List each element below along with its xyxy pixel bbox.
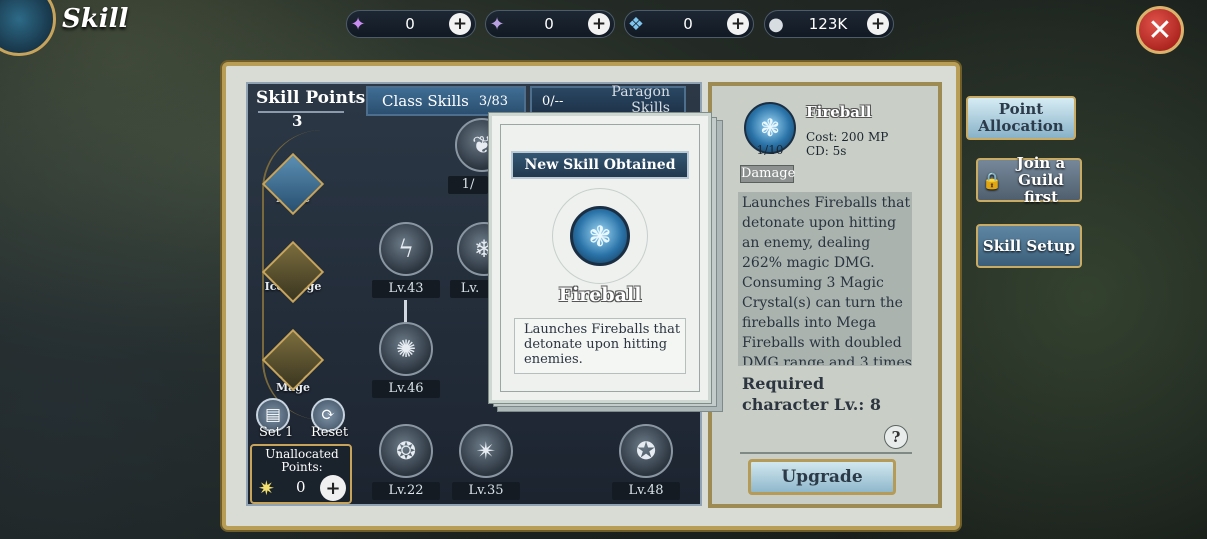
currency-value: 0 <box>405 15 415 33</box>
skill-level: Lv. <box>450 280 490 298</box>
skill-points-value: 3 <box>292 112 303 130</box>
join-guild-button[interactable]: 🔒 Join a Guild first <box>976 154 1082 205</box>
skill-node[interactable]: ❂ Lv.22 <box>372 424 440 500</box>
popup-skill-name: Fireball <box>558 284 642 306</box>
skill-cost: Cost: 200 MP CD: 5s <box>806 130 888 158</box>
lightning-icon: ϟ <box>379 222 433 276</box>
skill-setup-button[interactable]: Skill Setup <box>976 224 1082 268</box>
skill-level: Lv.48 <box>612 482 680 500</box>
tab-count: 0/-- <box>542 93 564 109</box>
wind-icon: ❂ <box>379 424 433 478</box>
divider <box>740 452 912 454</box>
fireball-icon: ❃ <box>570 206 630 266</box>
help-button[interactable]: ? <box>884 425 908 449</box>
star-burst-icon: ✴ <box>459 424 513 478</box>
orb-icon: ✪ <box>619 424 673 478</box>
currency-gem: ❖ 0 + <box>624 10 754 38</box>
lock-icon: 🔒 <box>982 170 1002 190</box>
currency-value: 0 <box>544 15 554 33</box>
tab-label: Paragon Skills <box>611 84 670 116</box>
star-icon: ✷ <box>258 476 275 500</box>
silver-coin-icon: ● <box>768 13 784 35</box>
question-icon: ? <box>891 428 901 446</box>
class-mage[interactable]: Mage <box>261 152 325 216</box>
currency-crystal: ✦ 0 + <box>346 10 476 38</box>
class-pyro-mage[interactable]: Pyro Mage <box>261 328 325 394</box>
close-button[interactable]: ✕ <box>1136 6 1184 54</box>
currency-value: 123K <box>808 15 848 33</box>
skill-level: Lv.22 <box>372 482 440 500</box>
skill-level: Lv.46 <box>372 380 440 398</box>
add-gem-button[interactable]: + <box>727 13 749 35</box>
skill-node[interactable]: ✺ Lv.46 <box>372 322 440 398</box>
join-guild-label: Join a Guild first <box>1016 153 1066 206</box>
skill-level: 1/10 <box>756 143 784 157</box>
skill-description[interactable]: Launches Fireballs that detonate upon hi… <box>742 193 912 365</box>
add-crystal-button[interactable]: + <box>449 13 471 35</box>
locked-crystal-icon: ✦ <box>489 13 505 35</box>
reset-label: Reset <box>311 425 349 440</box>
add-locked-crystal-button[interactable]: + <box>588 13 610 35</box>
popup-banner: New Skill Obtained <box>511 151 689 179</box>
screen-title: Skill <box>62 4 129 34</box>
crystal-icon: ✦ <box>350 13 366 35</box>
add-silver-button[interactable]: + <box>867 13 889 35</box>
skill-name: Fireball <box>806 103 872 121</box>
popup-description: Launches Fireballs that detonate upon hi… <box>524 322 681 367</box>
class-ice-mage[interactable]: Ice Mage <box>261 240 325 304</box>
point-allocation-button[interactable]: Point Allocation <box>966 96 1076 140</box>
skill-type-badge: Damage <box>740 165 796 183</box>
skill-level: 1/ <box>448 176 488 194</box>
skill-set-label: Set 1 <box>259 425 294 440</box>
skill-points-label: Skill Points <box>256 88 366 108</box>
tab-count: 3/83 <box>478 93 509 109</box>
tab-paragon-skills[interactable]: 0/-- Paragon Skills <box>530 84 686 116</box>
close-icon: ✕ <box>1147 12 1173 48</box>
skill-level: Lv.43 <box>372 280 440 298</box>
add-points-button[interactable]: + <box>320 475 346 501</box>
currency-locked-crystal: ✦ 0 + <box>485 10 615 38</box>
tab-label: Class Skills <box>382 92 469 110</box>
cooldown: CD: 5s <box>806 144 847 158</box>
refresh-icon: ⟳ <box>320 405 336 425</box>
unallocated-label: Unallocated Points: <box>265 447 339 474</box>
skill-node[interactable]: ✴ Lv.35 <box>452 424 520 500</box>
currency-silver: ● 123K + <box>764 10 894 38</box>
gem-icon: ❖ <box>627 13 645 35</box>
unallocated-value: 0 <box>296 478 306 496</box>
skill-level: Lv.35 <box>452 482 520 500</box>
currency-value: 0 <box>683 15 693 33</box>
clipboard-icon: ▤ <box>264 405 282 425</box>
level-requirement: Required character Lv.: 8 <box>742 374 881 414</box>
tab-class-skills[interactable]: Class Skills 3/83 <box>366 86 526 116</box>
mp-cost: Cost: 200 MP <box>806 130 889 144</box>
skill-node[interactable]: ✪ Lv.48 <box>612 424 680 500</box>
skill-node[interactable]: ϟ Lv.43 <box>372 222 440 298</box>
vortex-icon: ✺ <box>379 322 433 376</box>
upgrade-button[interactable]: Upgrade <box>748 459 896 495</box>
